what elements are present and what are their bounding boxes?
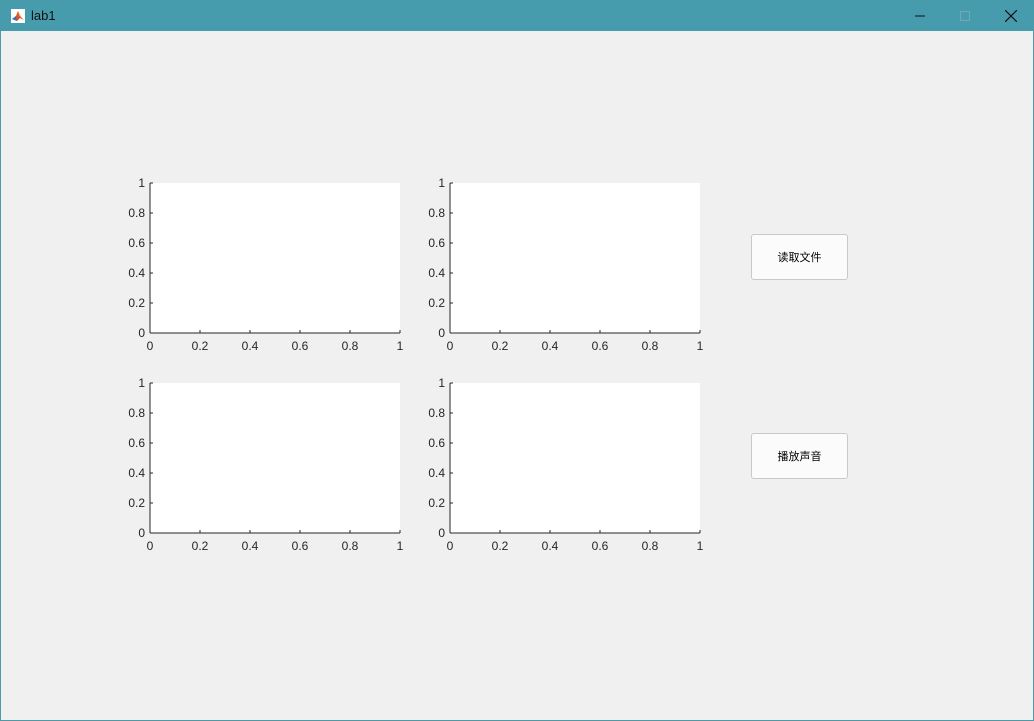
x-tick-label: 0.6 [292,539,309,553]
y-tick-label: 0.4 [428,466,445,480]
close-button[interactable] [988,1,1034,31]
x-tick-label: 0.4 [542,339,559,353]
y-tick-label: 1 [138,176,145,190]
y-tick-label: 0.8 [128,206,145,220]
y-tick-label: 0.4 [128,266,145,280]
y-tick-label: 0 [438,526,445,540]
minimize-button[interactable] [897,1,943,31]
x-tick-label: 0.8 [642,539,659,553]
axes-3-plot: 0 0.2 0.4 0.6 0.8 1 0 0.2 0.4 0.6 0.8 1 [128,376,403,553]
plot-area [450,383,700,533]
x-tick-label: 0.4 [242,539,259,553]
x-tick-label: 0.6 [592,539,609,553]
x-tick-label: 0.2 [192,539,209,553]
x-tick-label: 0.8 [342,339,359,353]
x-tick-label: 1 [697,539,704,553]
y-tick-label: 0 [438,326,445,340]
x-tick-label: 0.6 [592,339,609,353]
axes-2-plot: 0 0.2 0.4 0.6 0.8 1 0 0.2 0.4 0.6 0.8 1 [428,176,703,353]
x-tick-label: 0.8 [642,339,659,353]
minimize-icon [915,15,925,17]
y-tick-label: 0.2 [128,496,145,510]
axes-4[interactable]: 0 0.2 0.4 0.6 0.8 1 0 0.2 0.4 0.6 0.8 1 [428,376,703,553]
y-tick-label: 0.6 [428,436,445,450]
figure-window: lab1 0 0.2 0.4 0.6 0.8 1 0 0.2 0.4 0.6 0.8 1 0 0.2 0.… [0,0,1034,721]
maximize-icon [960,11,970,21]
plot-area [150,183,400,333]
y-tick-label: 0.8 [128,406,145,420]
x-tick-label: 0 [147,539,154,553]
x-tick-label: 0.2 [192,339,209,353]
y-tick-label: 1 [438,376,445,390]
y-tick-label: 0.4 [428,266,445,280]
y-tick-label: 0.4 [128,466,145,480]
x-tick-label: 0 [447,339,454,353]
x-tick-label: 0.6 [292,339,309,353]
x-tick-label: 0.2 [492,339,509,353]
axes-4-plot: 0 0.2 0.4 0.6 0.8 1 0 0.2 0.4 0.6 0.8 1 [428,376,703,553]
x-tick-label: 0.8 [342,539,359,553]
x-tick-label: 0.2 [492,539,509,553]
y-tick-label: 0.6 [428,236,445,250]
x-tick-label: 0 [447,539,454,553]
x-tick-label: 1 [697,339,704,353]
axes-1-plot: 0 0.2 0.4 0.6 0.8 1 0 0.2 0.4 0.6 0.8 1 [128,176,403,353]
y-tick-label: 0.6 [128,236,145,250]
close-icon [1005,10,1017,22]
y-tick-label: 0.2 [428,296,445,310]
y-tick-label: 0.2 [128,296,145,310]
x-tick-label: 0.4 [542,539,559,553]
y-tick-label: 1 [138,376,145,390]
x-tick-label: 1 [397,539,404,553]
y-tick-label: 0.6 [128,436,145,450]
y-tick-label: 0 [138,326,145,340]
plot-area [150,383,400,533]
x-tick-label: 1 [397,339,404,353]
y-tick-label: 0.8 [428,406,445,420]
axes-3[interactable]: 0 0.2 0.4 0.6 0.8 1 0 0.2 0.4 0.6 0.8 1 [128,376,403,553]
axes-2[interactable]: 0 0.2 0.4 0.6 0.8 1 0 0.2 0.4 0.6 0.8 1 [428,176,703,353]
y-tick-label: 0.8 [428,206,445,220]
window-title: lab1 [31,8,56,23]
y-tick-label: 0.2 [428,496,445,510]
x-tick-label: 0.4 [242,339,259,353]
axes-1[interactable]: 0 0.2 0.4 0.6 0.8 1 0 0.2 0.4 0.6 0.8 1 [128,176,403,353]
play-sound-button[interactable]: 播放声音 [751,433,848,479]
y-tick-label: 1 [438,176,445,190]
y-tick-label: 0 [138,526,145,540]
matlab-icon [11,9,25,23]
x-tick-label: 0 [147,339,154,353]
read-file-button[interactable]: 读取文件 [751,234,848,280]
plot-area [450,183,700,333]
maximize-button[interactable] [942,1,988,31]
title-bar[interactable]: lab1 [1,1,1033,31]
